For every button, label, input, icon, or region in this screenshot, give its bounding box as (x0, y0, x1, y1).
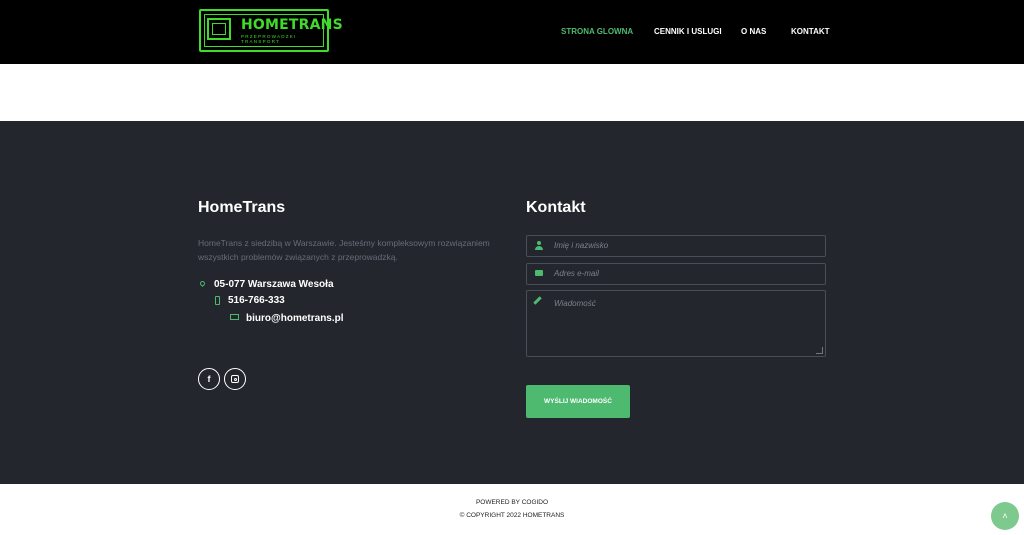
name-input[interactable]: Imię i nazwisko (526, 235, 826, 257)
logo-subtitle: PRZEPROWADZKI TRANSPORT (241, 34, 297, 44)
phone-icon (215, 296, 220, 305)
instagram-button[interactable] (224, 368, 246, 390)
resize-handle[interactable] (816, 347, 823, 354)
nav-kontakt[interactable]: KONTAKT (791, 27, 830, 36)
message-placeholder: Wiadomość (554, 299, 596, 308)
house-icon (207, 18, 231, 40)
email-input[interactable]: Adres e-mail (526, 263, 826, 285)
scroll-to-top-button[interactable]: ˄ (991, 502, 1019, 530)
footer-band (0, 121, 1024, 484)
message-textarea[interactable]: Wiadomość (526, 290, 826, 357)
bottom-footer: POWERED BY COGIDO © COPYRIGHT 2022 HOMET… (0, 484, 1024, 535)
pencil-icon (533, 296, 542, 305)
facebook-button[interactable]: f (198, 368, 220, 390)
copyright-text: © COPYRIGHT 2022 HOMETRANS (459, 512, 565, 519)
chevron-up-icon: ˄ (1002, 511, 1008, 521)
nav-cennik-i-uslugi[interactable]: CENNIK I USLUGI (654, 27, 722, 36)
facebook-icon: f (207, 374, 211, 384)
email-text[interactable]: biuro@hometrans.pl (246, 313, 344, 324)
logo-name: HOMETRANS (241, 17, 343, 33)
nav-strona-glowna[interactable]: STRONA GLOWNA (561, 27, 633, 36)
send-message-button[interactable]: WYŚLIJ WIADOMOŚĆ (526, 385, 630, 418)
about-description: HomeTrans z siedzibą w Warszawie. Jesteś… (198, 238, 490, 262)
nav-o-nas[interactable]: O NAS (741, 27, 766, 36)
logo[interactable]: HOMETRANS PRZEPROWADZKI TRANSPORT (199, 9, 343, 52)
instagram-icon (231, 375, 239, 383)
address-text: 05-077 Warszawa Wesoła (214, 279, 334, 290)
envelope-icon (230, 314, 239, 320)
phone-text[interactable]: 516-766-333 (228, 295, 285, 306)
name-placeholder: Imię i nazwisko (554, 241, 609, 250)
contact-title: Kontakt (526, 199, 586, 216)
powered-by-text: POWERED BY COGIDO (475, 499, 549, 506)
about-title: HomeTrans (198, 199, 286, 216)
site-header: HOMETRANS PRZEPROWADZKI TRANSPORT STRONA… (0, 0, 1024, 64)
email-placeholder: Adres e-mail (554, 269, 599, 278)
envelope-icon (535, 270, 543, 276)
user-icon (535, 241, 543, 250)
